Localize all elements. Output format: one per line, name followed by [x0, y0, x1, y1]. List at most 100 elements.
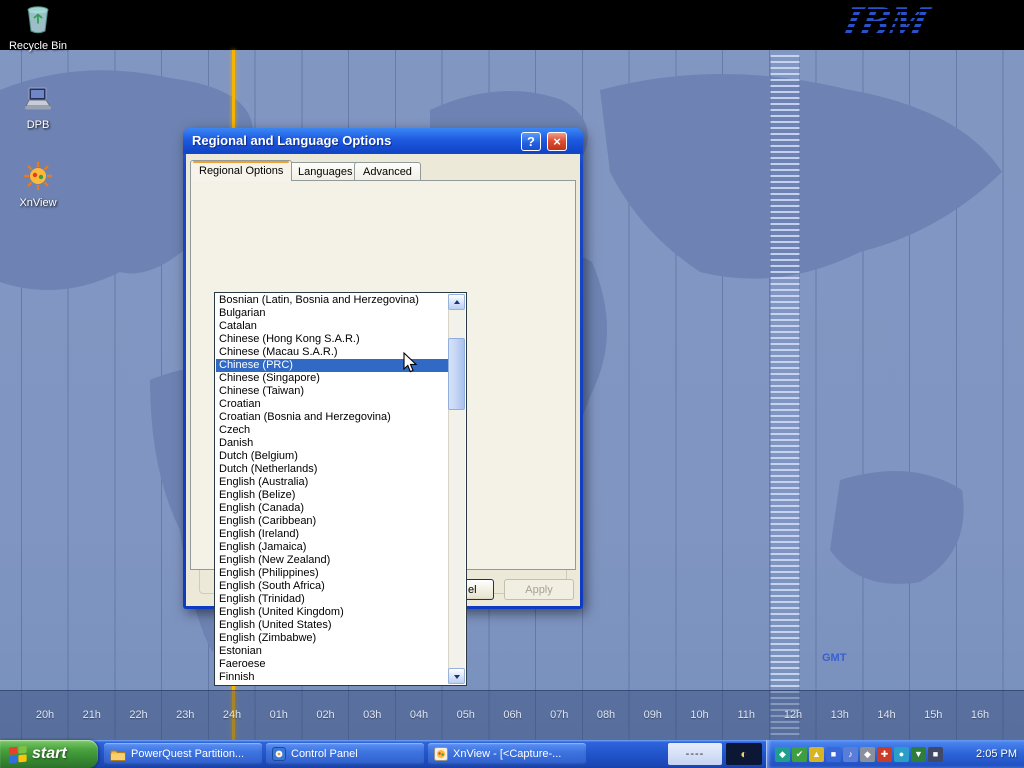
timezone-hour-label: 23h [176, 709, 194, 721]
mouse-cursor [403, 352, 419, 376]
moon-icon: ◐ [740, 747, 747, 761]
task-label: XnView - [<Capture-... [453, 748, 561, 760]
taskbar-task-xnview[interactable]: XnView - [<Capture-... [428, 743, 586, 765]
dropdown-item[interactable]: Croatian (Bosnia and Herzegovina) [216, 411, 448, 424]
dialog-titlebar[interactable]: Regional and Language Options ? × [183, 128, 583, 154]
timezone-hour-label: 16h [971, 709, 989, 721]
dropdown-item[interactable]: Catalan [216, 320, 448, 333]
dropdown-item[interactable]: English (Philippines) [216, 567, 448, 580]
dropdown-item[interactable]: Bulgarian [216, 307, 448, 320]
dropdown-item[interactable]: English (United Kingdom) [216, 606, 448, 619]
dropdown-item[interactable]: Chinese (Hong Kong S.A.R.) [216, 333, 448, 346]
timezone-hour-label: 02h [316, 709, 334, 721]
deskband-dashes[interactable]: ---- [668, 743, 722, 765]
timezone-hour-label: 13h [831, 709, 849, 721]
ibm-logo: IBM [836, 0, 956, 50]
start-button[interactable]: start [0, 740, 98, 768]
icon-label: DPB [0, 119, 76, 131]
tray-security-icon[interactable]: ✔ [792, 747, 807, 762]
dropdown-item[interactable]: Bosnian (Latin, Bosnia and Herzegovina) [216, 294, 448, 307]
task-label: PowerQuest Partition... [131, 748, 244, 760]
dropdown-item[interactable]: English (Ireland) [216, 528, 448, 541]
tray-removable-icon[interactable]: ◆ [860, 747, 875, 762]
desktop-icon-recycle-bin[interactable]: Recycle Bin [0, 4, 76, 52]
dropdown-item[interactable]: Danish [216, 437, 448, 450]
recycle-bin-icon [24, 4, 52, 34]
dropdown-item[interactable]: Croatian [216, 398, 448, 411]
start-label: start [32, 745, 67, 763]
dropdown-scrollbar[interactable] [448, 294, 465, 684]
timezone-hour-label: 12h [784, 709, 802, 721]
tray-network-icon[interactable]: ◆ [775, 747, 790, 762]
scrollbar-thumb[interactable] [448, 338, 465, 410]
tray-key-icon[interactable]: ▲ [809, 747, 824, 762]
timezone-hour-label: 14h [877, 709, 895, 721]
taskbar-task-powerquest[interactable]: PowerQuest Partition... [104, 743, 262, 765]
timezone-hour-label: 07h [550, 709, 568, 721]
deskband-icon[interactable]: ◐ [726, 743, 762, 765]
close-button[interactable]: × [547, 132, 567, 151]
dropdown-item[interactable]: English (Zimbabwe) [216, 632, 448, 645]
wallpaper-top-band: IBM [0, 0, 1024, 50]
xnview-task-icon [434, 747, 448, 761]
laptop-icon [23, 86, 53, 113]
timezone-hour-label: 06h [503, 709, 521, 721]
system-tray: ◆✔▲■♪◆✚●▼■ 2:05 PM [766, 740, 1024, 768]
timezone-hour-label: 04h [410, 709, 428, 721]
dropdown-item[interactable]: Estonian [216, 645, 448, 658]
tab-advanced[interactable]: Advanced [354, 162, 421, 181]
dropdown-item[interactable]: English (Trinidad) [216, 593, 448, 606]
dropdown-item[interactable]: Chinese (Taiwan) [216, 385, 448, 398]
dropdown-item[interactable]: English (Jamaica) [216, 541, 448, 554]
timezone-hour-label: 08h [597, 709, 615, 721]
dropdown-item[interactable]: Faeroese [216, 658, 448, 671]
dialog-title: Regional and Language Options [192, 133, 391, 148]
cancel-button-fragment[interactable]: el [466, 579, 494, 600]
tray-display-icon[interactable]: ■ [826, 747, 841, 762]
timezone-hour-label: 05h [457, 709, 475, 721]
dropdown-item[interactable]: English (Australia) [216, 476, 448, 489]
tab-languages[interactable]: Languages [289, 162, 361, 181]
dropdown-item[interactable]: English (Canada) [216, 502, 448, 515]
desktop-icon-xnview[interactable]: XnView [0, 161, 76, 209]
scroll-down-button[interactable] [448, 668, 465, 684]
tab-regional-options[interactable]: Regional Options [190, 160, 292, 181]
tray-volume-icon[interactable]: ♪ [843, 747, 858, 762]
dropdown-item[interactable]: Dutch (Netherlands) [216, 463, 448, 476]
tray-sync-icon[interactable]: ● [894, 747, 909, 762]
date-line-band [770, 55, 800, 738]
dropdown-item[interactable]: English (New Zealand) [216, 554, 448, 567]
tray-power-icon[interactable]: ■ [928, 747, 943, 762]
tray-messenger-icon[interactable]: ▼ [911, 747, 926, 762]
help-button[interactable]: ? [521, 132, 541, 151]
timezone-hour-label: 10h [690, 709, 708, 721]
dropdown-item[interactable]: Dutch (Belgium) [216, 450, 448, 463]
timezone-hour-label: 09h [644, 709, 662, 721]
tray-antivirus-icon[interactable]: ✚ [877, 747, 892, 762]
timezone-hour-label: 21h [83, 709, 101, 721]
dropdown-item[interactable]: English (United States) [216, 619, 448, 632]
dropdown-item[interactable]: English (Caribbean) [216, 515, 448, 528]
control-panel-icon [272, 747, 286, 761]
taskbar-clock[interactable]: 2:05 PM [976, 740, 1017, 768]
folder-icon [110, 748, 126, 761]
gmt-label: GMT [822, 652, 846, 664]
timezone-hour-label: 15h [924, 709, 942, 721]
dropdown-item[interactable]: English (Belize) [216, 489, 448, 502]
dropdown-item[interactable]: Finnish [216, 671, 448, 684]
dropdown-item[interactable]: Czech [216, 424, 448, 437]
windows-flag-icon [8, 744, 28, 764]
scroll-up-button[interactable] [448, 294, 465, 310]
task-label: Control Panel [291, 748, 358, 760]
taskbar-task-control-panel[interactable]: Control Panel [266, 743, 424, 765]
icon-label: XnView [0, 197, 76, 209]
taskbar: start PowerQuest Partition... Control Pa… [0, 740, 1024, 768]
apply-button[interactable]: Apply [504, 579, 574, 600]
desktop-icon-dpb[interactable]: DPB [0, 86, 76, 131]
ibm-logo-stripes [836, 0, 956, 50]
dropdown-item[interactable]: English (South Africa) [216, 580, 448, 593]
icon-label: Recycle Bin [0, 40, 76, 52]
timezone-hour-label: 03h [363, 709, 381, 721]
xnview-icon [23, 161, 53, 191]
tray-icons: ◆✔▲■♪◆✚●▼■ [775, 747, 943, 762]
